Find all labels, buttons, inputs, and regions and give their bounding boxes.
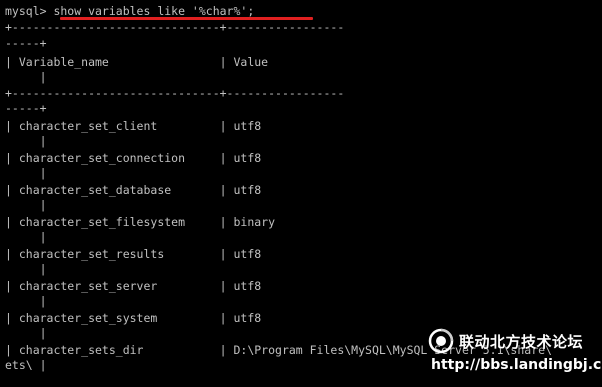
table-row: | character_set_filesystem | binary bbox=[5, 215, 276, 229]
table-row-continuation: | bbox=[5, 262, 47, 276]
table-row-continuation: | bbox=[5, 134, 47, 148]
table-row-continuation: | bbox=[5, 70, 47, 84]
table-row: | character_set_connection | utf8 bbox=[5, 151, 262, 165]
terminal-window: mysql> show variables like '%char%'; +--… bbox=[0, 0, 602, 387]
table-row: | character_set_system | utf8 bbox=[5, 311, 262, 325]
table-border-line: +------------------------------+--------… bbox=[5, 86, 345, 100]
table-header-row: | Variable_name | Value bbox=[5, 55, 269, 69]
table-row-continuation: | bbox=[5, 326, 47, 340]
table-row-continuation: ets\ | bbox=[5, 358, 47, 372]
watermark-forum-name: 联动北方技术论坛 bbox=[459, 333, 584, 351]
table-border-line: -----+ bbox=[5, 36, 47, 50]
watermark-url: http://bbs.landingbj.com bbox=[431, 357, 602, 373]
table-row: | character_set_database | utf8 bbox=[5, 183, 262, 197]
table-row: | character_set_server | utf8 bbox=[5, 279, 262, 293]
command-prompt-line: mysql> show variables like '%char%'; bbox=[5, 4, 255, 18]
forum-logo-icon bbox=[428, 328, 454, 354]
table-border-line: -----+ bbox=[5, 101, 47, 115]
table-row-continuation: | bbox=[5, 166, 47, 180]
table-row-continuation: | bbox=[5, 230, 47, 244]
table-border-line: +------------------------------+--------… bbox=[5, 20, 345, 34]
table-row-continuation: | bbox=[5, 198, 47, 212]
table-row-continuation: | bbox=[5, 294, 47, 308]
table-row: | character_set_client | utf8 bbox=[5, 119, 262, 133]
table-row: | character_set_results | utf8 bbox=[5, 247, 262, 261]
watermark: 联动北方技术论坛 http://bbs.landingbj.com bbox=[428, 328, 602, 378]
